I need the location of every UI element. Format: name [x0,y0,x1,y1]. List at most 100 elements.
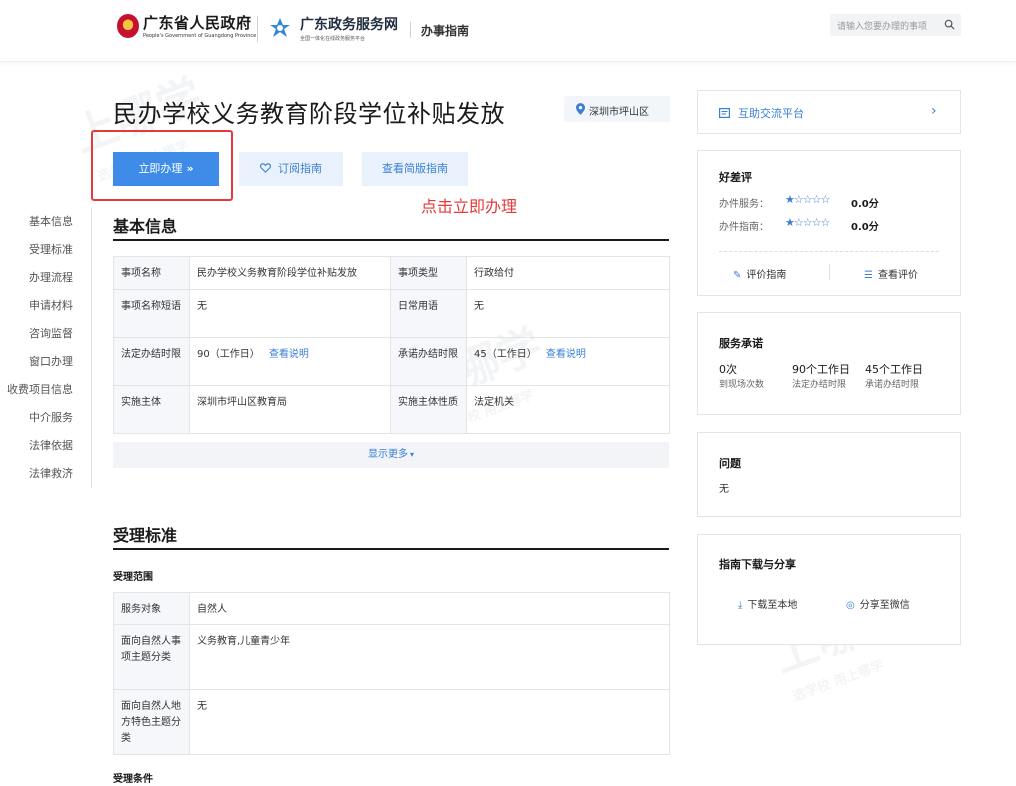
top-bar: 广东省人民政府 People's Government of Guangdong… [0,0,1016,62]
nav-item-legal-remedy[interactable]: 法律救济 [29,465,73,481]
nav-item-agency[interactable]: 中介服务 [29,409,73,425]
nav-item-consult[interactable]: 咨询监督 [29,325,73,341]
promise-title: 服务承诺 [719,335,763,351]
show-more-button[interactable]: 显示更多▾ [113,442,669,468]
table-value: 无 [190,290,391,338]
view-ratings-button[interactable]: ☰ 查看评价 [864,266,918,281]
nav-item-process[interactable]: 办理流程 [29,269,73,285]
search-icon[interactable] [944,19,955,30]
chevron-right-icon: › [931,103,937,119]
simple-guide-label: 查看简版指南 [382,162,448,175]
list-icon: ☰ [864,270,873,281]
basic-info-title: 基本信息 [113,213,177,237]
nav-item-window[interactable]: 窗口办理 [29,353,73,369]
table-value: 无 [190,690,670,755]
share-wechat-label: 分享至微信 [860,600,910,611]
section-divider [113,239,669,241]
page-title: 民办学校义务教育阶段学位补贴发放 [113,94,505,129]
rating-stars: ★☆☆☆☆ [785,193,829,206]
promise-label: 到现场次数 [719,377,764,390]
download-title: 指南下载与分享 [719,556,796,572]
rating-score: 0.0分 [851,195,879,210]
wechat-icon: ◎ [846,600,855,611]
nav-item-fees[interactable]: 收费项目信息 [7,381,73,397]
divider [829,264,830,280]
view-explanation-link[interactable]: 查看说明 [269,349,309,360]
subscribe-guide-button[interactable]: 订阅指南 [239,152,343,186]
download-icon: ⤓ [738,600,742,611]
view-ratings-label: 查看评价 [878,270,918,281]
pencil-icon: ✎ [733,270,741,281]
question-text: 无 [719,480,729,495]
rating-score: 0.0分 [851,218,879,233]
location-selector[interactable]: 深圳市坪山区 [564,96,670,122]
search-input[interactable]: 请输入您要办理的事项 [830,14,961,36]
acceptance-conditions-label: 受理条件 [113,770,153,785]
download-local-label: 下载至本地 [747,600,797,611]
show-more-label: 显示更多 [368,449,408,460]
guide-title: 办事指南 [421,22,469,39]
header-divider [410,22,411,38]
location-pin-icon [576,103,585,115]
promise-label: 承诺办结时限 [865,377,919,390]
chevron-down-icon: ▾ [410,450,414,459]
evaluate-guide-button[interactable]: ✎评价指南 [733,266,786,281]
section-divider [113,548,669,550]
rating-guide-label: 办件指南： [719,218,769,233]
promise-time-value: 45（工作日） [474,349,537,360]
table-key: 实施主体性质 [391,386,467,434]
table-key: 法定办结时限 [114,338,190,386]
forum-panel[interactable]: 互助交流平台 › [697,90,961,134]
table-value: 无 [467,290,670,338]
acceptance-table: 服务对象 自然人 面向自然人事项主题分类 义务教育,儿童青少年 面向自然人地方特… [113,592,670,755]
table-value: 45（工作日） 查看说明 [467,338,670,386]
acceptance-scope-label: 受理范围 [113,568,153,583]
dashed-divider [719,251,939,252]
heart-icon [260,163,271,173]
table-key: 承诺办结时限 [391,338,467,386]
service-subtitle: 全国一体化在线政务服务平台 [300,35,365,42]
legal-time-value: 90（工作日） [197,349,260,360]
download-local-button[interactable]: ⤓ 下载至本地 [738,596,797,611]
basic-info-table: 事项名称 民办学校义务教育阶段学位补贴发放 事项类型 行政给付 事项名称短语 无… [113,256,670,434]
subscribe-guide-label: 订阅指南 [278,162,322,175]
table-row: 面向自然人地方特色主题分类 无 [114,690,670,755]
national-emblem-icon [117,14,139,38]
rating-stars: ★☆☆☆☆ [785,216,829,229]
service-promise-panel: 服务承诺 0次 到现场次数 90个工作日 法定办结时限 45个工作日 承诺办结时… [697,312,961,415]
table-row: 法定办结时限 90（工作日） 查看说明 承诺办结时限 45（工作日） 查看说明 [114,338,670,386]
implementing-agency-link[interactable]: 深圳市坪山区教育局 [190,386,391,434]
table-key: 事项名称 [114,257,190,290]
view-explanation-link[interactable]: 查看说明 [546,349,586,360]
question-title: 问题 [719,455,741,471]
service-name[interactable]: 广东政务服务网 [300,14,398,34]
share-wechat-button[interactable]: ◎ 分享至微信 [846,596,910,611]
rating-panel: 好差评 办件服务： ★☆☆☆☆ 0.0分 办件指南： ★☆☆☆☆ 0.0分 ✎评… [697,150,961,296]
chat-board-icon [719,108,730,118]
gov-name-en: People's Government of Guangdong Provinc… [143,33,256,39]
forum-label: 互助交流平台 [738,105,804,121]
table-value: 90（工作日） 查看说明 [190,338,391,386]
header-divider [257,16,258,42]
table-value: 自然人 [190,593,670,625]
table-value: 义务教育,儿童青少年 [190,625,670,690]
nav-item-basic-info[interactable]: 基本信息 [29,213,73,229]
gov-service-logo-icon [268,16,292,40]
gov-name[interactable]: 广东省人民政府 [143,12,252,33]
table-row: 服务对象 自然人 [114,593,670,625]
table-key: 事项名称短语 [114,290,190,338]
table-row: 实施主体 深圳市坪山区教育局 实施主体性质 法定机关 [114,386,670,434]
nav-item-legal-basis[interactable]: 法律依据 [29,437,73,453]
nav-item-acceptance[interactable]: 受理标准 [29,241,73,257]
table-value: 民办学校义务教育阶段学位补贴发放 [190,257,391,290]
promise-value: 45个工作日 [865,361,923,377]
rating-service-label: 办件服务： [719,195,769,210]
left-anchor-nav: 基本信息 受理标准 办理流程 申请材料 咨询监督 窗口办理 收费项目信息 中介服… [0,208,92,488]
table-row: 面向自然人事项主题分类 义务教育,儿童青少年 [114,625,670,690]
table-row: 事项名称 民办学校义务教育阶段学位补贴发放 事项类型 行政给付 [114,257,670,290]
promise-value: 90个工作日 [792,361,850,377]
simple-guide-button[interactable]: 查看简版指南 [362,152,468,186]
table-key: 事项类型 [391,257,467,290]
table-key: 服务对象 [114,593,190,625]
nav-item-materials[interactable]: 申请材料 [29,297,73,313]
